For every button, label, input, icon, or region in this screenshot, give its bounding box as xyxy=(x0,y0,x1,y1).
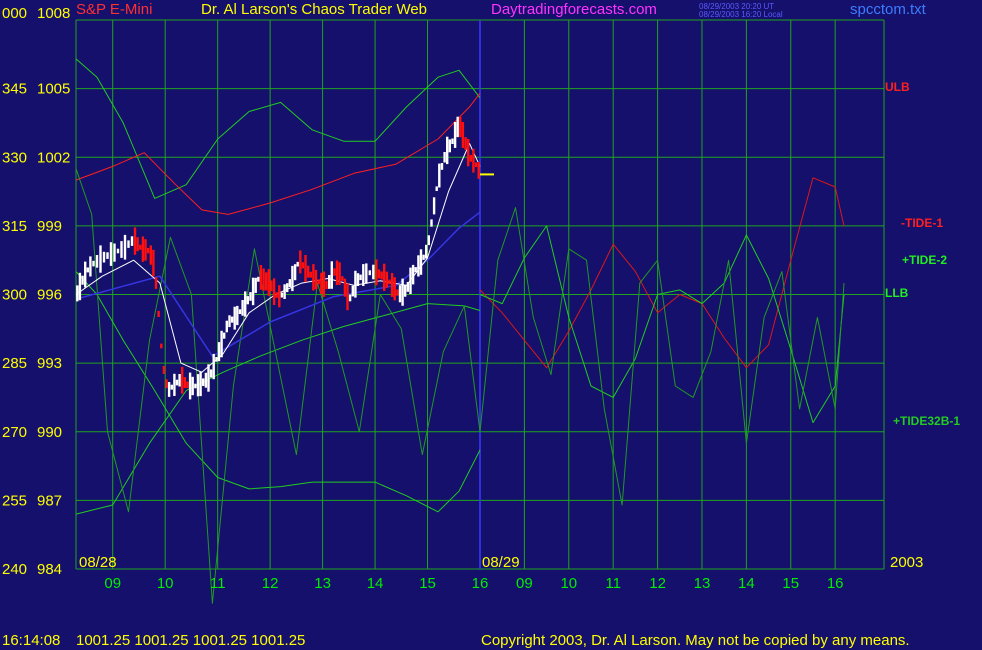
date-label: 08/29 xyxy=(482,554,520,571)
x-tick-label: 15 xyxy=(419,575,436,592)
y-tick-angle: 330 xyxy=(2,149,27,166)
x-tick-label: 10 xyxy=(560,575,577,592)
y-tick-price: 996 xyxy=(37,287,62,304)
site-link[interactable]: Daytradingforecasts.com xyxy=(491,1,657,18)
y-tick-price: 984 xyxy=(37,561,62,578)
y-tick-price: 1008 xyxy=(37,5,70,22)
chaos-chart: 000 1008 345 1005 330 1002 315 999 300 996 285 993 2… xyxy=(2,5,960,604)
y-tick-price: 1002 xyxy=(37,149,70,166)
timestamp-local: 08/29/2003 16:20 Local xyxy=(699,10,783,19)
y-tick-angle: 240 xyxy=(2,561,27,578)
y-tick-angle: 285 xyxy=(2,355,27,372)
symbol-title: S&P E-Mini xyxy=(76,1,153,18)
y-tick-price: 999 xyxy=(37,218,62,235)
data-filename: spcctom.txt xyxy=(850,1,926,18)
x-tick-label: 16 xyxy=(827,575,844,592)
legend-label: LLB xyxy=(885,286,909,300)
envelope-lower-line xyxy=(75,271,481,513)
chart-series-layer xyxy=(75,58,845,604)
y-tick-angle: 255 xyxy=(2,492,27,509)
x-tick-label: 11 xyxy=(210,575,226,592)
y-tick-price: 1005 xyxy=(37,81,70,98)
legend-label: ULB xyxy=(885,80,910,94)
x-tick-label: 11 xyxy=(605,575,621,592)
y-tick-angle: 270 xyxy=(2,424,27,441)
series-line-tide2 xyxy=(479,225,845,424)
y-tick-price: 990 xyxy=(37,424,62,441)
y-tick-angle: 000 xyxy=(2,5,27,22)
legend-label: -TIDE-1 xyxy=(901,216,943,230)
trend-line xyxy=(75,211,481,358)
price-bars xyxy=(76,116,494,400)
x-tick-label: 14 xyxy=(738,575,755,592)
envelope-upper-line xyxy=(75,58,481,199)
x-tick-label: 09 xyxy=(104,575,121,592)
x-tick-label: 15 xyxy=(782,575,799,592)
y-tick-angle: 300 xyxy=(2,287,27,304)
footer-quote: 1001.25 1001.25 1001.25 1001.25 xyxy=(76,632,306,649)
x-tick-label: 16 xyxy=(472,575,489,592)
x-tick-label: 10 xyxy=(157,575,174,592)
x-tick-label: 14 xyxy=(367,575,384,592)
x-tick-label: 09 xyxy=(516,575,533,592)
x-tick-label: 12 xyxy=(262,575,279,592)
x-tick-label: 13 xyxy=(314,575,331,592)
date-label: 08/28 xyxy=(79,554,117,571)
legend-label: +TIDE32B-1 xyxy=(893,414,960,428)
x-tick-label: 12 xyxy=(649,575,666,592)
footer-time: 16:14:08 xyxy=(2,632,61,649)
series-line-tide1 xyxy=(479,177,845,369)
y-tick-price: 987 xyxy=(37,492,62,509)
series-line-llb xyxy=(75,303,481,515)
y-tick-price: 993 xyxy=(37,355,62,372)
chart-title: Dr. Al Larson's Chaos Trader Web xyxy=(201,1,428,18)
y-tick-angle: 315 xyxy=(2,218,27,235)
x-tick-label: 13 xyxy=(694,575,711,592)
footer-copyright: Copyright 2003, Dr. Al Larson. May not b… xyxy=(481,632,910,649)
date-label: 2003 xyxy=(890,554,923,571)
y-tick-angle: 345 xyxy=(2,81,27,98)
axis-labels: 000 1008 345 1005 330 1002 315 999 300 996 285 993 2… xyxy=(2,5,960,592)
legend-label: +TIDE-2 xyxy=(902,253,947,267)
